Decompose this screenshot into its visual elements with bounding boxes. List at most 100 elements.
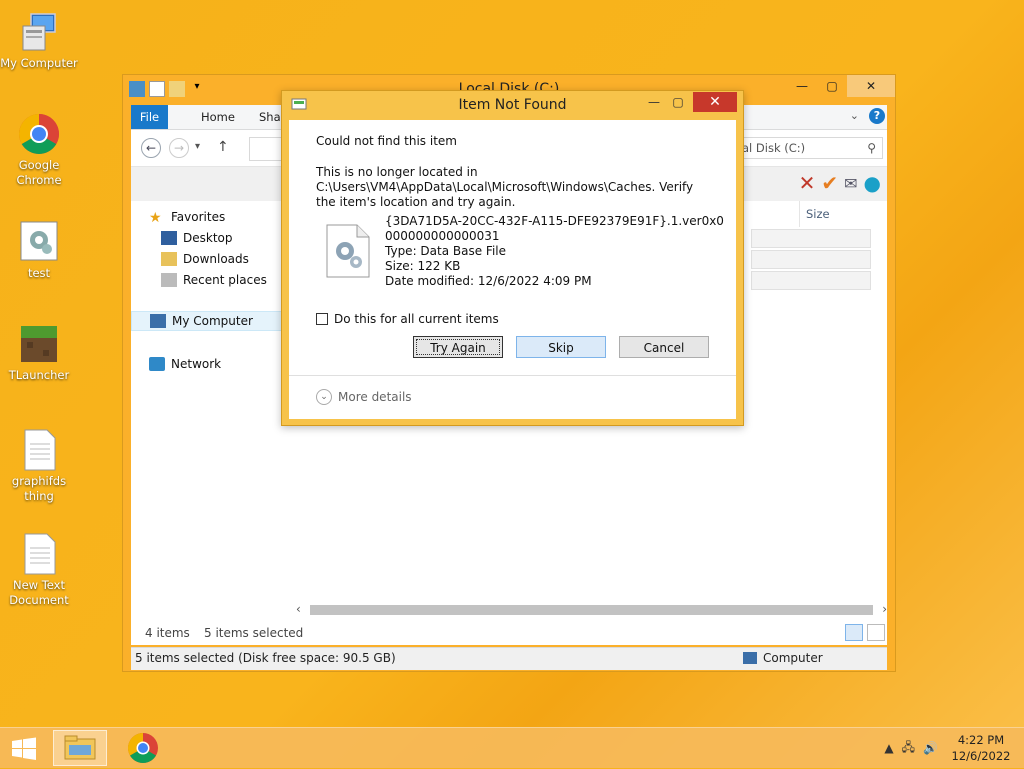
column-header-size[interactable]: Size xyxy=(799,201,871,227)
scrollbar-thumb[interactable] xyxy=(310,605,873,615)
more-details-label: More details xyxy=(338,390,412,404)
large-icons-view-icon[interactable] xyxy=(867,624,885,641)
desktop-icon-label: test xyxy=(27,266,51,280)
start-button[interactable] xyxy=(10,737,38,761)
clock-time: 4:22 PM xyxy=(957,733,1005,747)
nav-label: Downloads xyxy=(183,252,249,266)
computer-icon xyxy=(17,10,61,54)
nav-favorites[interactable]: ★ Favorites xyxy=(149,210,225,226)
text-file-icon xyxy=(17,428,61,472)
taskbar-google-chrome[interactable] xyxy=(116,730,170,766)
desktop-icon-label: TLauncher xyxy=(8,368,70,382)
status-location: Computer xyxy=(763,651,823,665)
minecraft-block-icon xyxy=(17,322,61,366)
tab-home[interactable]: Home xyxy=(191,105,245,129)
nav-recent-places[interactable]: Recent places xyxy=(161,273,267,287)
chevron-down-icon[interactable]: ⌄ xyxy=(316,389,332,405)
dialog-message: This is no longer located in C:\Users\VM… xyxy=(316,165,706,210)
desktop-icon-test[interactable]: test xyxy=(0,220,78,281)
desktop-icon-label: Google Chrome xyxy=(16,158,62,187)
navigation-pane: ★ Favorites Desktop Downloads Recent pla… xyxy=(131,201,291,623)
desktop-icon-my-computer[interactable]: My Computer xyxy=(0,10,78,71)
file-row[interactable] xyxy=(751,250,871,269)
search-input[interactable]: al Disk (C:) ⚲ xyxy=(733,137,883,159)
try-again-button[interactable]: Try Again xyxy=(413,336,503,358)
divider xyxy=(289,375,736,376)
system-tray: ▲ 🖧 🔊 4:22 PM 12/6/2022 xyxy=(884,732,1016,764)
desktop-icon-label: New Text Document xyxy=(9,578,69,607)
desktop-icon-graphifds-thing[interactable]: graphifds thing xyxy=(0,428,78,504)
back-button[interactable]: ← xyxy=(141,138,161,158)
desktop-icon-label: graphifds thing xyxy=(11,474,67,503)
expand-ribbon-icon[interactable]: ⌄ xyxy=(850,109,859,122)
nav-my-computer[interactable]: My Computer xyxy=(131,311,291,331)
scroll-right-icon[interactable]: › xyxy=(882,602,887,616)
checkbox-box[interactable] xyxy=(316,313,328,325)
globe-icon[interactable]: ● xyxy=(864,171,881,195)
details-view-icon[interactable] xyxy=(845,624,863,641)
file-modified: Date modified: 12/6/2022 4:09 PM xyxy=(385,274,592,288)
desktop-icon-new-text-document[interactable]: New Text Document xyxy=(0,532,78,608)
file-row[interactable] xyxy=(751,229,871,248)
nav-label: Network xyxy=(171,357,222,371)
clock[interactable]: 4:22 PM 12/6/2022 xyxy=(946,732,1016,764)
volume-icon[interactable]: 🔊 xyxy=(923,741,938,755)
apply-to-all-checkbox[interactable]: Do this for all current items xyxy=(316,312,499,326)
search-placeholder: al Disk (C:) xyxy=(742,141,806,155)
star-icon: ★ xyxy=(149,210,162,226)
downloads-folder-icon xyxy=(161,252,177,266)
item-not-found-dialog: Item Not Found — ▢ ✕ Could not find this… xyxy=(281,90,744,426)
search-icon: ⚲ xyxy=(867,141,876,155)
delete-icon[interactable]: ✕ xyxy=(799,171,816,195)
file-type: Type: Data Base File xyxy=(385,244,507,258)
dialog-titlebar: Item Not Found — ▢ ✕ xyxy=(282,91,743,119)
text-file-icon xyxy=(17,532,61,576)
show-hidden-icons-icon[interactable]: ▲ xyxy=(884,741,893,755)
dialog-heading: Could not find this item xyxy=(316,134,457,148)
check-icon[interactable]: ✔ xyxy=(821,171,838,195)
dialog-body: Could not find this item This is no long… xyxy=(289,120,736,419)
file-size: Size: 122 KB xyxy=(385,259,461,273)
recent-locations-icon[interactable]: ▾ xyxy=(195,141,200,152)
horizontal-scrollbar[interactable]: ‹ › xyxy=(296,602,887,617)
nav-desktop[interactable]: Desktop xyxy=(161,231,233,245)
data-file-icon xyxy=(325,223,371,279)
close-button[interactable]: ✕ xyxy=(693,92,737,112)
scroll-left-icon[interactable]: ‹ xyxy=(296,602,301,616)
desktop-folder-icon xyxy=(161,231,177,245)
clock-date: 12/6/2022 xyxy=(951,749,1011,763)
computer-icon xyxy=(743,652,757,664)
nav-downloads[interactable]: Downloads xyxy=(161,252,249,266)
taskbar: ▲ 🖧 🔊 4:22 PM 12/6/2022 xyxy=(0,727,1024,768)
message-line-2: C:\Users\VM4\AppData\Local\Microsoft\Win… xyxy=(316,180,694,209)
network-icon[interactable]: 🖧 xyxy=(902,738,915,759)
checkbox-label: Do this for all current items xyxy=(334,312,499,326)
more-details-toggle[interactable]: ⌄ More details xyxy=(316,389,412,405)
desktop-icon-tlauncher[interactable]: TLauncher xyxy=(0,322,78,383)
nav-label: Recent places xyxy=(183,273,267,287)
maximize-button[interactable]: ▢ xyxy=(817,75,847,97)
status-disk-info: 5 items selected (Disk free space: 90.5 … xyxy=(135,651,396,665)
email-icon[interactable]: ✉ xyxy=(844,174,857,193)
forward-button[interactable]: → xyxy=(169,138,189,158)
skip-button[interactable]: Skip xyxy=(516,336,606,358)
taskbar-file-explorer[interactable] xyxy=(53,730,107,766)
help-icon[interactable]: ? xyxy=(869,108,885,124)
tab-file[interactable]: File xyxy=(131,105,168,129)
close-button[interactable]: ✕ xyxy=(847,75,895,97)
maximize-button[interactable]: ▢ xyxy=(667,93,689,111)
message-line-1: This is no longer located in xyxy=(316,165,478,179)
minimize-button[interactable]: — xyxy=(643,93,665,111)
desktop-icon-google-chrome[interactable]: Google Chrome xyxy=(0,112,78,188)
minimize-button[interactable]: — xyxy=(787,75,817,97)
network-icon xyxy=(149,357,165,371)
up-button[interactable]: ↑ xyxy=(217,139,229,155)
nav-label: Desktop xyxy=(183,231,233,245)
cancel-button[interactable]: Cancel xyxy=(619,336,709,358)
nav-network[interactable]: Network xyxy=(149,357,221,371)
computer-icon xyxy=(150,314,166,328)
settings-file-icon xyxy=(17,220,61,264)
items-status-bar: 4 items 5 items selected xyxy=(131,623,887,645)
file-name: {3DA71D5A-20CC-432F-A115-DFE92379E91F}.1… xyxy=(385,214,724,243)
file-row[interactable] xyxy=(751,271,871,290)
